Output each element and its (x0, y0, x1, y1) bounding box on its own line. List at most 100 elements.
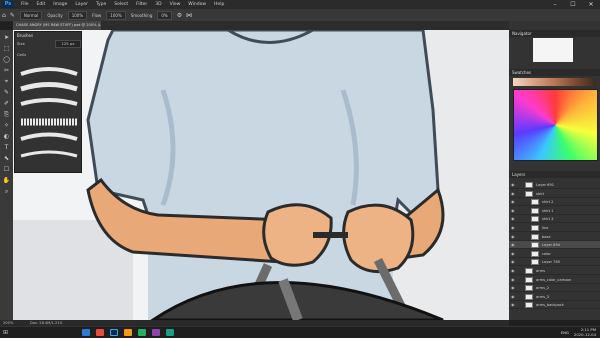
layer-row[interactable]: ◉ shirt (509, 190, 600, 198)
layer-row[interactable]: ◉ shirt 1 (509, 207, 600, 215)
move-tool-icon[interactable]: ➤ (2, 33, 11, 42)
swatches-title[interactable]: Swatches (509, 69, 600, 76)
canvas[interactable] (13, 30, 509, 320)
layer-row[interactable]: ◉ color (509, 250, 600, 258)
layer-row[interactable]: ◉ Layer 785 (509, 258, 600, 267)
windows-start-icon[interactable]: ⊞ (3, 329, 11, 336)
layer-name: arms (536, 269, 545, 273)
type-tool-icon[interactable]: T (2, 143, 11, 152)
taskbar-app-icon[interactable] (96, 329, 104, 336)
app-logo[interactable]: Ps (2, 1, 14, 8)
menu-filter[interactable]: Filter (132, 2, 151, 7)
clone-tool-icon[interactable]: ⎘ (2, 110, 11, 119)
layer-thumbnail (531, 242, 539, 249)
navigator-title[interactable]: Navigator (509, 30, 600, 37)
document-tab[interactable]: CHASE ANGRY (MS RAW STUFF) psd @ 200% (L… (13, 21, 101, 30)
layer-row[interactable]: ◉ Layer 894 (509, 241, 600, 250)
clock[interactable]: 2:11 PM 2020-12-04 (574, 327, 596, 337)
menu-help[interactable]: Help (210, 2, 228, 7)
visibility-eye-icon[interactable]: ◉ (511, 267, 517, 275)
hand-tool-icon[interactable]: ✋ (2, 176, 11, 185)
pencil-tool-icon[interactable]: ✐ (2, 99, 11, 108)
menu-3d[interactable]: 3D (151, 2, 165, 7)
menu-file[interactable]: File (17, 2, 33, 7)
menu-image[interactable]: Image (49, 2, 71, 7)
visibility-eye-icon[interactable]: ◉ (511, 224, 517, 232)
menu-window[interactable]: Window (184, 2, 210, 7)
smoothing-input[interactable]: 0% (157, 10, 172, 20)
layer-name: base (542, 234, 551, 239)
visibility-eye-icon[interactable]: ◉ (511, 198, 517, 206)
brush-tool-icon[interactable]: ✎ (2, 88, 11, 97)
layer-row[interactable]: ◉ arms (509, 267, 600, 275)
menu-select[interactable]: Select (110, 2, 132, 7)
taskbar-app-icon[interactable] (82, 329, 90, 336)
opacity-input[interactable]: 100% (67, 10, 88, 20)
layer-row[interactable]: ◉ base (509, 233, 600, 241)
visibility-eye-icon[interactable]: ◉ (511, 258, 517, 266)
menu-edit[interactable]: Edit (33, 2, 50, 7)
menu-type[interactable]: Type (92, 2, 110, 7)
flow-input[interactable]: 100% (106, 10, 126, 20)
layer-row[interactable]: ◉ arms_2 (509, 284, 600, 293)
path-select-icon[interactable]: ⬉ (2, 154, 11, 163)
menu-layer[interactable]: Layer (71, 2, 92, 7)
brush-strokes[interactable] (19, 64, 79, 174)
shape-tool-icon[interactable]: ☐ (2, 165, 11, 174)
brush-size-label: Size (17, 41, 25, 46)
layer-name: arms_backpack (536, 303, 564, 308)
brush-folder[interactable]: Cells (17, 52, 26, 57)
lasso-tool-icon[interactable]: ◯ (2, 55, 11, 64)
minimize-button[interactable]: – (546, 1, 564, 8)
layer-row[interactable]: ◉ Layer 691 (509, 181, 600, 189)
navigator-thumbnail[interactable] (533, 38, 573, 62)
taskbar-app-icon[interactable] (152, 329, 160, 336)
layer-thumbnail (525, 293, 533, 300)
layer-name: Layer 894 (542, 243, 561, 248)
layer-row[interactable]: ◉ arms_color_cartoon (509, 276, 600, 284)
crop-tool-icon[interactable]: ✂ (2, 66, 11, 75)
dodge-tool-icon[interactable]: ◐ (2, 132, 11, 141)
taskbar-photoshop-icon[interactable] (110, 329, 118, 336)
visibility-eye-icon[interactable]: ◉ (511, 181, 517, 189)
layer-name: Layer 785 (542, 260, 561, 265)
right-panel: Navigator Swatches Layers ◉ Layer 691 ◉ shi… (509, 21, 600, 320)
symmetry-icon[interactable]: ⋈ (186, 12, 192, 19)
layer-row[interactable]: ◉ shirt 3 (509, 215, 600, 224)
layer-thumbnail (525, 182, 533, 188)
taskbar-app-icon[interactable] (166, 329, 174, 336)
marquee-tool-icon[interactable]: ⬚ (2, 44, 11, 53)
eyedropper-tool-icon[interactable]: ⌖ (2, 77, 11, 86)
brush-size-input[interactable]: 125 px (55, 40, 81, 48)
skin-swatches[interactable] (513, 78, 596, 86)
layer-row[interactable]: ◉ arms_3 (509, 293, 600, 301)
layers-title[interactable]: Layers (509, 171, 600, 178)
visibility-eye-icon[interactable]: ◉ (511, 241, 517, 249)
visibility-eye-icon[interactable]: ◉ (511, 301, 517, 309)
brush-panel: Brushes Size 125 px Cells (14, 31, 82, 173)
menu-view[interactable]: View (166, 2, 185, 7)
language-indicator[interactable]: ENG (561, 330, 569, 335)
visibility-eye-icon[interactable]: ◉ (511, 207, 517, 215)
maximize-button[interactable]: ☐ (564, 1, 582, 8)
visibility-eye-icon[interactable]: ◉ (511, 293, 517, 301)
blend-mode-select[interactable]: Normal (19, 10, 43, 20)
visibility-eye-icon[interactable]: ◉ (511, 233, 517, 241)
layer-row[interactable]: ◉ shirt 2 (509, 198, 600, 207)
home-icon[interactable]: ⌂ (2, 12, 6, 19)
brush-tool-icon[interactable]: ✎ (10, 12, 15, 19)
taskbar-app-icon[interactable] (124, 329, 132, 336)
color-wheel[interactable] (513, 89, 598, 161)
eraser-tool-icon[interactable]: ✧ (2, 121, 11, 130)
layer-row[interactable]: ◉ line (509, 224, 600, 232)
close-button[interactable]: ✕ (582, 1, 600, 8)
visibility-eye-icon[interactable]: ◉ (511, 284, 517, 292)
visibility-eye-icon[interactable]: ◉ (511, 276, 517, 284)
visibility-eye-icon[interactable]: ◉ (511, 215, 517, 223)
visibility-eye-icon[interactable]: ◉ (511, 190, 517, 198)
zoom-tool-icon[interactable]: ⌕ (2, 187, 11, 196)
layer-row[interactable]: ◉ arms_backpack (509, 301, 600, 310)
gear-icon[interactable]: ⚙ (177, 12, 182, 19)
taskbar-app-icon[interactable] (138, 329, 146, 336)
visibility-eye-icon[interactable]: ◉ (511, 250, 517, 258)
